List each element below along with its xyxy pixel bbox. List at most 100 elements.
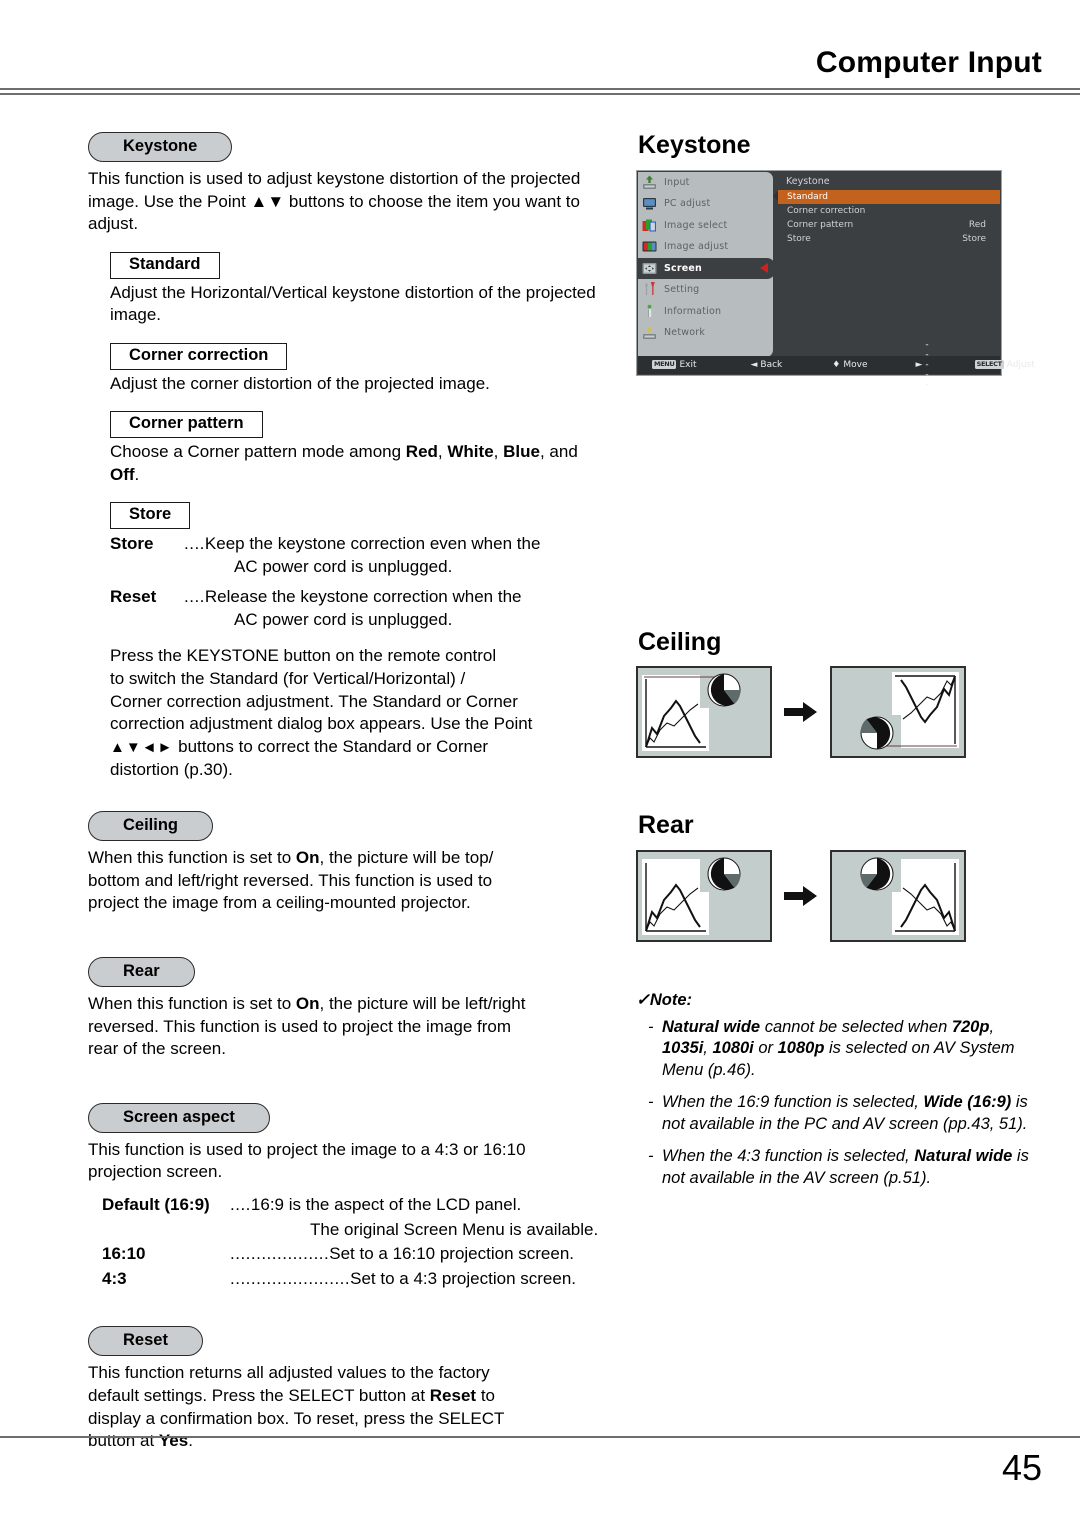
section-reset-header: Reset: [88, 1326, 608, 1357]
pc-adjust-icon: [642, 196, 657, 211]
rear-on: On: [295, 993, 320, 1013]
osd-row-value-store: Store: [962, 233, 986, 244]
note-item: - When the 4:3 function is selected, Natu…: [636, 1146, 1044, 1189]
statusbar-next[interactable]: ► -----: [915, 340, 928, 390]
page-footer: 45: [0, 1422, 1080, 1532]
section-label-keystone: Keystone: [88, 132, 233, 162]
note-item-text: When the 16:9 function is selected, Wide…: [662, 1092, 1044, 1135]
note-title: ✓Note:: [636, 990, 1044, 1011]
store-cont: AC power cord is unplugged.: [234, 556, 453, 576]
aspect-row-43: 4:3 ....................... Set to a 4:3…: [102, 1268, 608, 1291]
page-number: 45: [1001, 1447, 1042, 1488]
kbn-part1: Press the KEYSTONE button on the remote …: [110, 646, 533, 734]
osd-row-standard[interactable]: Standard: [778, 189, 1000, 204]
osd-row-corner-pattern[interactable]: Corner pattern Red: [778, 218, 1000, 232]
screen-aspect-definition-list: Default (16:9) .... 16:9 is the aspect o…: [102, 1194, 608, 1290]
note-emphasis: 720p: [951, 1017, 990, 1036]
image-select-icon: [642, 218, 657, 233]
note-plain: When the 4:3 function is selected,: [662, 1147, 915, 1166]
section-label-ceiling: Ceiling: [88, 811, 214, 842]
osd-sidebar-item-information[interactable]: Information: [638, 301, 773, 323]
statusbar-back[interactable]: ◄ Back: [750, 360, 782, 370]
keystone-intro-text: This function is used to adjust keystone…: [88, 168, 581, 234]
corner-correction-description: Adjust the corner distortion of the proj…: [110, 373, 490, 393]
subsection-corner-pattern-header: Corner pattern: [110, 411, 608, 439]
statusbar-exit[interactable]: MENU Exit: [652, 360, 696, 370]
cp-opt-white: White: [447, 442, 494, 462]
osd-row-label-corner-pattern: Corner pattern: [787, 219, 854, 230]
reset-cont: AC power cord is unplugged.: [234, 609, 453, 629]
figure-heading-ceiling: Ceiling: [638, 627, 722, 656]
osd-label-input: Input: [664, 176, 690, 188]
osd-row-label-corner-correction: Corner correction: [787, 205, 866, 216]
aspect-1610-desc: Set to a 16:10 projection screen.: [329, 1244, 575, 1264]
aspect-43-term: 4:3: [102, 1268, 127, 1288]
section-label-rear: Rear: [88, 956, 195, 987]
image-adjust-icon: [642, 239, 657, 254]
reset-term: Reset: [110, 587, 157, 607]
osd-sidebar: Input PC adjust Image select Image adjus…: [638, 171, 775, 357]
cp-opt-blue: Blue: [503, 442, 540, 462]
transform-arrow-icon: [784, 699, 818, 725]
osd-label-image-select: Image select: [664, 219, 728, 231]
osd-row-store[interactable]: Store Store: [778, 232, 1000, 246]
aspect-row-1610: 16:10 ................... Set to a 16:10…: [102, 1243, 608, 1266]
note-plain: When the 16:9 function is selected,: [662, 1093, 924, 1112]
note-emphasis: Natural wide: [914, 1147, 1013, 1166]
rear-image-before: [636, 849, 772, 942]
osd-sidebar-item-setting[interactable]: Setting: [638, 279, 773, 301]
osd-row-value-corner-pattern: Red: [968, 219, 986, 230]
subsection-corner-correction-header: Corner correction: [110, 342, 608, 370]
osd-sidebar-item-screen[interactable]: Screen: [638, 257, 775, 279]
note-emphasis: 1035i: [662, 1039, 704, 1058]
osd-status-bar: MENU Exit ◄ Back ♦ Move ► ----- SELECT A…: [638, 340, 1035, 390]
store-term: Store: [110, 534, 154, 554]
note-title-text: Note:: [649, 990, 692, 1009]
osd-label-setting: Setting: [664, 284, 700, 296]
statusbar-move[interactable]: ♦ Move: [832, 360, 867, 370]
note-emphasis: Natural wide: [662, 1017, 761, 1036]
osd-label-screen: Screen: [664, 262, 703, 274]
osd-label-information: Information: [664, 305, 722, 317]
aspect-43-leader: .......................: [230, 1268, 351, 1288]
note-item: - When the 16:9 function is selected, Wid…: [636, 1092, 1044, 1135]
note-emphasis: 1080i: [712, 1039, 754, 1058]
osd-sidebar-item-image-select[interactable]: Image select: [638, 215, 773, 237]
statusbar-label-next: -----: [925, 339, 929, 390]
osd-sidebar-item-image-adjust[interactable]: Image adjust: [638, 236, 773, 258]
check-icon: ✓: [636, 990, 650, 1009]
store-desc: Keep the keystone correction even when t…: [204, 534, 541, 554]
menu-key-icon: MENU: [652, 360, 677, 369]
reset-bold-reset: Reset: [429, 1385, 477, 1405]
ceiling-image-before: [636, 666, 772, 758]
screen-aspect-intro: This function is used to project the ima…: [88, 1139, 526, 1182]
note-item-text: Natural wide cannot be selected when 720…: [662, 1017, 1044, 1081]
arrow-left-icon: ◄: [750, 359, 758, 370]
note-item: - Natural wide cannot be selected when 72…: [636, 1017, 1044, 1081]
statusbar-label-back: Back: [760, 359, 783, 370]
chevron-left-icon: [760, 263, 768, 274]
sublabel-standard: Standard: [110, 251, 220, 279]
corner-pattern-description: Choose a Corner pattern mode among Red, …: [110, 441, 608, 486]
ceiling-image-after: [830, 666, 966, 758]
osd-sidebar-item-network[interactable]: Network: [638, 322, 773, 344]
osd-row-corner-correction[interactable]: Corner correction: [778, 204, 1000, 218]
statusbar-adjust[interactable]: SELECT Adjust: [974, 360, 1035, 370]
sublabel-store: Store: [110, 502, 191, 530]
cp-opt-off: Off: [110, 464, 135, 484]
page-title: Computer Input: [815, 46, 1042, 79]
sublabel-corner-correction: Corner correction: [110, 342, 288, 370]
note-plain: ,: [989, 1017, 995, 1036]
ceiling-description: When this function is set to On, the pic…: [88, 847, 608, 915]
ceiling-text-a: When this function is set to: [88, 848, 296, 868]
note-emphasis: Wide (16:9): [923, 1093, 1012, 1112]
figure-heading-keystone: Keystone: [638, 131, 751, 159]
store-definition-list: Store .... Keep the keystone correction …: [110, 533, 608, 631]
osd-panel-title: Keystone: [786, 175, 830, 187]
osd-label-image-adjust: Image adjust: [664, 241, 729, 253]
sublabel-corner-pattern: Corner pattern: [110, 411, 263, 439]
note-block: ✓Note: - Natural wide cannot be selected …: [636, 990, 1044, 1190]
section-ceiling-header: Ceiling: [88, 811, 608, 842]
osd-sidebar-item-input[interactable]: Input: [638, 172, 773, 194]
osd-sidebar-item-pc-adjust[interactable]: PC adjust: [638, 193, 773, 215]
